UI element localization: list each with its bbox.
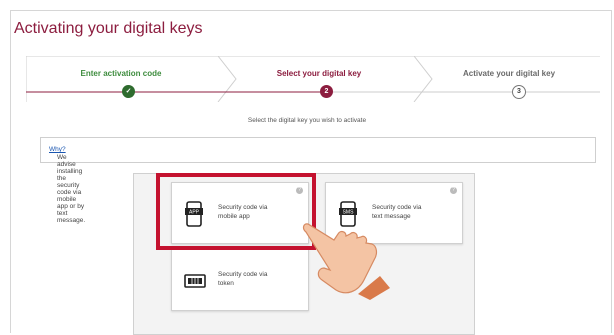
step-2-indicator: 2: [320, 85, 333, 98]
step-3-label: Activate your digital key: [462, 69, 556, 78]
option-label-line1: Security code via: [218, 271, 268, 278]
pointing-hand-icon: [302, 223, 390, 300]
step-2-label: Select your digital key: [276, 69, 362, 78]
selection-highlight-box: [156, 173, 316, 250]
advice-text: We advise installing the security code v…: [57, 154, 86, 224]
step-3-indicator: 3: [512, 85, 526, 99]
option-label: Security code via token: [218, 270, 303, 288]
option-label-line2: token: [218, 280, 234, 287]
step-1-label: Enter activation code: [80, 69, 162, 78]
advice-text-wrap: We advise installing the security code v…: [49, 146, 85, 224]
info-icon[interactable]: ?: [450, 187, 457, 194]
page-title: Activating your digital keys: [14, 20, 203, 37]
why-link[interactable]: Why?: [49, 146, 66, 153]
progress-stepper: Enter activation code Select your digita…: [26, 56, 600, 102]
advice-box: We advise installing the security code v…: [40, 137, 596, 224]
token-device-icon: [184, 274, 206, 288]
instruction-text: Select the digital key you wish to activ…: [247, 117, 367, 124]
option-label-line1: Security code via: [372, 204, 422, 211]
option-token[interactable]: Security code via token: [171, 249, 309, 311]
step-1-check-icon: ✓: [122, 85, 135, 98]
sms-icon-text: SMS: [343, 210, 355, 216]
